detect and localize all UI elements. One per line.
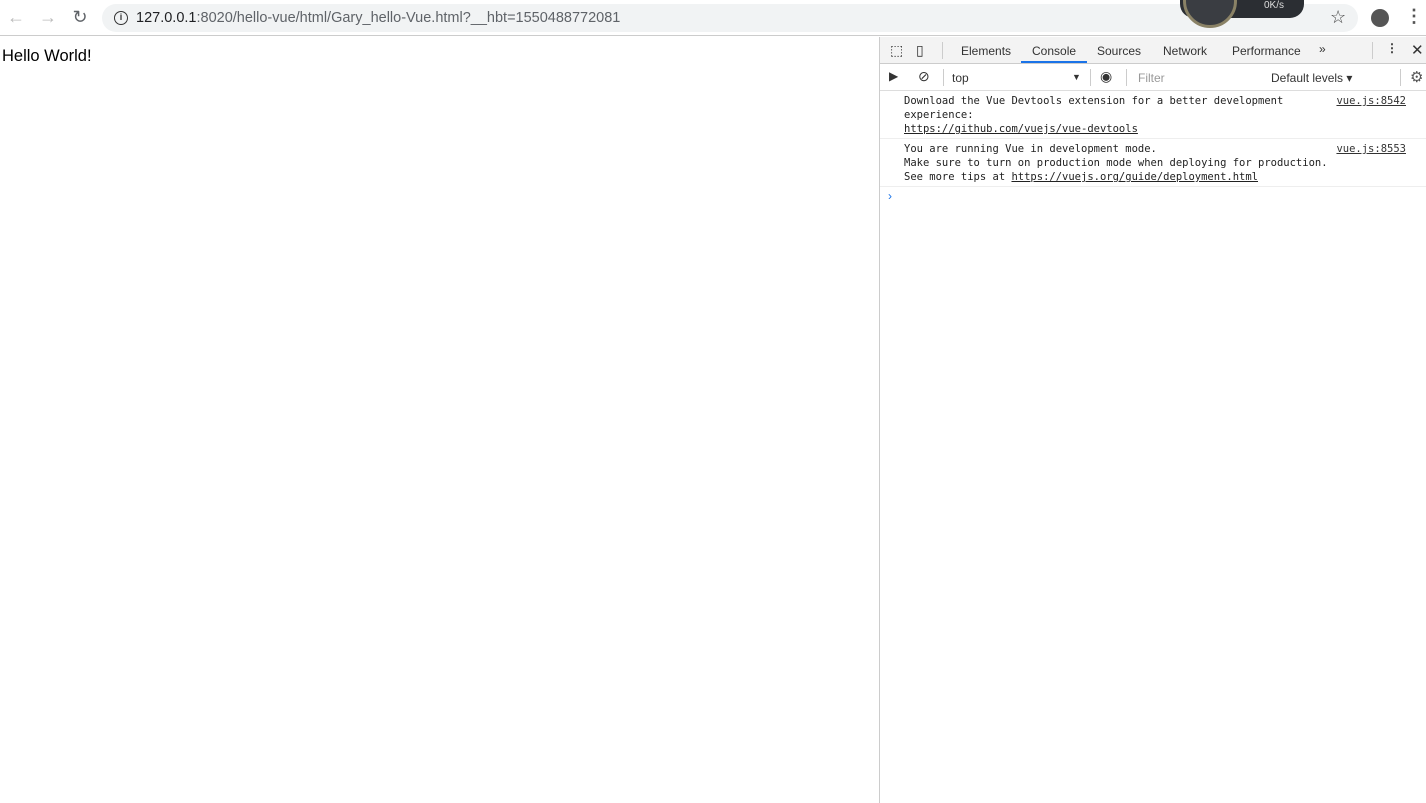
url-path: :8020/hello-vue/html/Gary_hello-Vue.html… bbox=[196, 10, 621, 26]
devtools-link[interactable]: https://github.com/vuejs/vue-devtools bbox=[904, 123, 1138, 135]
message-line: experience: bbox=[904, 109, 974, 121]
levels-dropdown[interactable]: Default levels ▾ bbox=[1271, 71, 1352, 85]
speed-text: 0K/s bbox=[1263, 0, 1284, 11]
source-link[interactable]: vue.js:8553 bbox=[1336, 142, 1406, 156]
divider bbox=[943, 69, 944, 86]
tab-performance[interactable]: Performance bbox=[1232, 44, 1301, 58]
divider bbox=[1126, 69, 1127, 86]
divider bbox=[1372, 42, 1373, 59]
tab-elements[interactable]: Elements bbox=[961, 44, 1011, 58]
reload-button[interactable]: ↻ bbox=[69, 6, 91, 28]
info-icon[interactable]: i bbox=[114, 11, 128, 25]
message-line: Download the Vue Devtools extension for … bbox=[904, 95, 1284, 107]
divider bbox=[942, 42, 943, 59]
sidebar-toggle-icon[interactable]: ▶︎ bbox=[889, 69, 898, 83]
tab-console[interactable]: Console bbox=[1032, 44, 1076, 58]
levels-label: Default levels bbox=[1271, 71, 1344, 85]
divider bbox=[1400, 69, 1401, 86]
close-icon[interactable]: ✕ bbox=[1411, 41, 1424, 59]
tab-sources[interactable]: Sources bbox=[1097, 44, 1141, 58]
forward-button[interactable]: → bbox=[37, 6, 59, 28]
speed-widget: 0K/s bbox=[1180, 0, 1304, 28]
devtools-menu-icon[interactable]: ⋮ bbox=[1386, 41, 1398, 55]
account-icon[interactable] bbox=[1371, 9, 1389, 27]
message-line: Make sure to turn on production mode whe… bbox=[904, 157, 1328, 169]
gear-icon[interactable]: ⚙ bbox=[1410, 68, 1423, 86]
back-button[interactable]: ← bbox=[5, 6, 27, 28]
clear-console-icon[interactable]: ⊘ bbox=[918, 68, 930, 85]
source-link[interactable]: vue.js:8542 bbox=[1336, 94, 1406, 108]
console-message: Download the Vue Devtools extension for … bbox=[880, 91, 1426, 139]
divider bbox=[1090, 69, 1091, 86]
tab-network[interactable]: Network bbox=[1163, 44, 1207, 58]
browser-toolbar: ← → ↻ i 127.0.0.1:8020/hello-vue/html/Ga… bbox=[0, 0, 1426, 36]
eye-icon[interactable]: ◉ bbox=[1100, 68, 1112, 85]
devtools-panel: ⬚ ▯ Elements Console Sources Network Per… bbox=[879, 37, 1426, 803]
address-bar[interactable]: i 127.0.0.1:8020/hello-vue/html/Gary_hel… bbox=[102, 4, 1358, 32]
more-tabs-icon[interactable]: » bbox=[1319, 42, 1326, 56]
inspect-element-icon[interactable]: ⬚ bbox=[890, 42, 903, 59]
url-host: 127.0.0.1 bbox=[136, 10, 197, 26]
message-line: See more tips at bbox=[904, 171, 1012, 183]
url-text[interactable]: 127.0.0.1:8020/hello-vue/html/Gary_hello… bbox=[136, 10, 620, 26]
filter-input[interactable]: Filter bbox=[1132, 68, 1262, 87]
chevron-down-icon[interactable]: ▼ bbox=[1072, 72, 1081, 82]
browser-menu-icon[interactable]: ⋮ bbox=[1405, 6, 1423, 27]
console-prompt[interactable]: › bbox=[880, 187, 1426, 205]
hello-text: Hello World! bbox=[2, 47, 92, 65]
console-message: You are running Vue in development mode.… bbox=[880, 139, 1426, 187]
page-content: Hello World! bbox=[0, 37, 879, 803]
bookmark-star-icon[interactable]: ☆ bbox=[1330, 7, 1346, 28]
deployment-link[interactable]: https://vuejs.org/guide/deployment.html bbox=[1011, 171, 1258, 183]
active-tab-indicator bbox=[1021, 61, 1087, 63]
message-line: You are running Vue in development mode. bbox=[904, 143, 1157, 155]
context-select[interactable]: top bbox=[952, 71, 969, 85]
console-toolbar: ▶︎ ⊘ top ▼ ◉ Filter Default levels ▾ ⚙ bbox=[880, 64, 1426, 91]
devtools-tabs: ⬚ ▯ Elements Console Sources Network Per… bbox=[880, 37, 1426, 64]
device-toolbar-icon[interactable]: ▯ bbox=[916, 42, 924, 59]
